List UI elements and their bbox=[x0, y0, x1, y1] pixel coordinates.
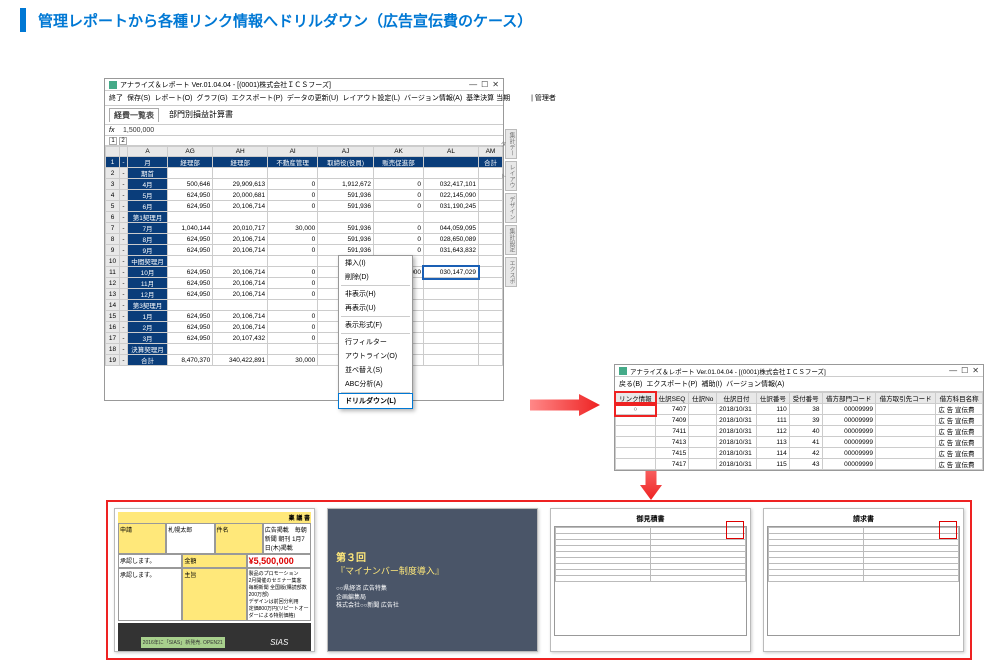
slide-line2: 『マイナンバー制度導入』 bbox=[336, 564, 529, 577]
table-row[interactable]: 16-2月624,95020,106,7140591,936 bbox=[106, 322, 503, 333]
slide-sub: ○○県経済 広告特集企画編集局株式会社○○新聞 広告社 bbox=[336, 585, 529, 610]
menu-right-info: 基準決算 当期 | 管理者 bbox=[466, 93, 556, 103]
table-row[interactable]: 13-12月624,95020,106,7140591,936 bbox=[106, 289, 503, 300]
price: ¥5,500,000 bbox=[247, 554, 311, 568]
menu-report[interactable]: レポート(O) bbox=[154, 93, 192, 103]
tab-dept-pl[interactable]: 部門別損益計算書 bbox=[165, 108, 237, 122]
table-row[interactable]: 74112018/10/311124000009999広 告 宣伝費 bbox=[616, 426, 983, 437]
ctx-show[interactable]: 再表示(U) bbox=[339, 301, 412, 315]
table-row[interactable]: 19-合計8,470,370340,422,89130,0008,412,360 bbox=[106, 355, 503, 366]
table-row[interactable]: 10-中間契理月 bbox=[106, 256, 503, 267]
window-title: アナライズ＆レポート Ver.01.04.04 - [(0001)株式会社ＩＣＳ… bbox=[120, 80, 331, 90]
close-icon[interactable]: ✕ bbox=[972, 366, 979, 375]
table-row[interactable]: 74152018/10/311144200009999広 告 宣伝費 bbox=[616, 448, 983, 459]
ctx-format[interactable]: 表示形式(F) bbox=[339, 318, 412, 332]
maximize-icon[interactable]: ☐ bbox=[961, 366, 968, 375]
table-row[interactable]: 14-第3契理月 bbox=[106, 300, 503, 311]
ctx-insert[interactable]: 挿入(I) bbox=[339, 256, 412, 270]
sb-tab-data[interactable]: 集計データ bbox=[505, 129, 517, 159]
ctx-hide[interactable]: 非表示(H) bbox=[339, 287, 412, 301]
table-row[interactable]: 6-第1契理月 bbox=[106, 212, 503, 223]
doc-approval-request[interactable]: 稟 議 書 申請札幌太郎件名広告掲載 毎朝新聞 朝刊 1月7日(木)掲載 承認し… bbox=[114, 508, 315, 652]
ctx-abc[interactable]: ABC分析(A) bbox=[339, 377, 412, 391]
sb-tab-layout[interactable]: レイアウト bbox=[505, 161, 517, 191]
table-row[interactable]: 8-8月624,95020,106,7140591,9360028,650,08… bbox=[106, 234, 503, 245]
menu-back[interactable]: 戻る(B) bbox=[619, 379, 642, 389]
stamp-icon bbox=[939, 521, 957, 539]
header-accent-bar bbox=[20, 8, 26, 32]
fx-label: fx bbox=[109, 127, 123, 134]
tab-expenses[interactable]: 経費一覧表 bbox=[109, 108, 159, 122]
menu-refresh[interactable]: データの更新(U) bbox=[287, 93, 339, 103]
ctx-delete[interactable]: 削除(D) bbox=[339, 270, 412, 284]
sb-tab-export[interactable]: エクスポ bbox=[505, 257, 517, 287]
doc4-title: 請求書 bbox=[767, 514, 960, 524]
menubar: 終了 保存(S) レポート(O) グラフ(G) エクスポート(P) データの更新… bbox=[105, 91, 503, 106]
doc1-image: 2016年に「SIAS」新発売. OPEN21SIAS bbox=[118, 623, 311, 652]
app-icon bbox=[619, 367, 627, 375]
sb-tab-design[interactable]: デザイン bbox=[505, 193, 517, 223]
minimize-icon[interactable]: — bbox=[949, 366, 957, 375]
menu-version[interactable]: バージョン情報(A) bbox=[726, 379, 784, 389]
page-title: 管理レポートから各種リンク情報へドリルダウン（広告宣伝費のケース） bbox=[38, 10, 532, 31]
sb-tab-settings[interactable]: 集計設定 bbox=[505, 225, 517, 255]
data-grid[interactable]: AAG AHAI AJAK ALAM 1- 月経理部 経理部不動産管理 取締役(… bbox=[105, 146, 503, 366]
table-row[interactable]: 5-6月624,95020,106,7140591,9360031,190,24… bbox=[106, 201, 503, 212]
table-row[interactable]: 74092018/10/311113900009999広 告 宣伝費 bbox=[616, 415, 983, 426]
table-row[interactable]: 9-9月624,95020,106,7140591,9360031,643,83… bbox=[106, 245, 503, 256]
table-row[interactable]: 3-4月500,64629,909,61301,912,6720032,417,… bbox=[106, 179, 503, 190]
arrow-right-icon bbox=[530, 394, 600, 416]
doc1-title: 稟 議 書 bbox=[118, 512, 311, 523]
stamp-icon bbox=[726, 521, 744, 539]
ctx-rowfilter[interactable]: 行フィルター bbox=[339, 335, 412, 349]
sheet-tabs: 経費一覧表 部門別損益計算書 bbox=[105, 106, 503, 124]
table-row[interactable]: 18-決算契理月 bbox=[106, 344, 503, 355]
menu-help[interactable]: 補助(I) bbox=[701, 379, 722, 389]
doc-quotation[interactable]: 御見積書 bbox=[550, 508, 751, 652]
table-row[interactable]: 11-10月624,95020,106,7140591,9361,500,000… bbox=[106, 267, 503, 278]
ctx-drilldown[interactable]: ドリルダウン(L) bbox=[338, 393, 413, 409]
menu-save[interactable]: 保存(S) bbox=[127, 93, 150, 103]
minimize-icon[interactable]: — bbox=[469, 80, 477, 89]
ctx-outline[interactable]: アウトライン(O) bbox=[339, 349, 412, 363]
table-row[interactable]: 17-3月624,95020,107,4320591,936 bbox=[106, 333, 503, 344]
doc3-title: 御見積書 bbox=[554, 514, 747, 524]
outline-2[interactable]: 2 bbox=[119, 137, 127, 145]
table-row[interactable]: 4-5月624,95020,000,6810591,9360022,145,09… bbox=[106, 190, 503, 201]
maximize-icon[interactable]: ☐ bbox=[481, 80, 488, 89]
right-sidebar: 集計データ レイアウト デザイン 集計設定 エクスポ bbox=[505, 129, 517, 287]
link-info-window: アナライズ＆レポート Ver.01.04.04 - [(0001)株式会社ＩＣＳ… bbox=[614, 364, 984, 471]
app-icon bbox=[109, 81, 117, 89]
menu-exit[interactable]: 終了 bbox=[109, 93, 123, 103]
main-report-window: アナライズ＆レポート Ver.01.04.04 - [(0001)株式会社ＩＣＳ… bbox=[104, 78, 504, 401]
table-row[interactable]: 2-期首 bbox=[106, 168, 503, 179]
table-row[interactable]: 12-11月624,95020,106,7140591,936 bbox=[106, 278, 503, 289]
link-grid[interactable]: リンク情報 仕訳SEQ仕訳No 仕訳日付仕訳番号 受付番号借方部門コード 借方取… bbox=[615, 392, 983, 470]
linked-documents-frame: 稟 議 書 申請札幌太郎件名広告掲載 毎朝新聞 朝刊 1月7日(木)掲載 承認し… bbox=[106, 500, 972, 660]
menu-graph[interactable]: グラフ(G) bbox=[196, 93, 227, 103]
applicant-label: 申請 bbox=[118, 523, 166, 554]
menu-export[interactable]: エクスポート(P) bbox=[232, 93, 283, 103]
outline-1[interactable]: 1 bbox=[109, 137, 117, 145]
col-hdr[interactable] bbox=[106, 147, 120, 157]
doc-invoice[interactable]: 請求書 bbox=[763, 508, 964, 652]
context-menu: 挿入(I) 削除(D) 非表示(H) 再表示(U) 表示形式(F) 行フィルター… bbox=[338, 255, 413, 409]
menu-version[interactable]: バージョン情報(A) bbox=[404, 93, 462, 103]
table-row[interactable]: 74172018/10/311154300009999広 告 宣伝費 bbox=[616, 459, 983, 470]
menu-layout[interactable]: レイアウト設定(L) bbox=[342, 93, 400, 103]
formula-value[interactable]: 1,500,000 bbox=[123, 127, 154, 134]
col-link[interactable]: リンク情報 bbox=[616, 393, 656, 404]
window-title: アナライズ＆レポート Ver.01.04.04 - [(0001)株式会社ＩＣＳ… bbox=[630, 366, 826, 376]
doc-presentation[interactable]: 第３回 『マイナンバー制度導入』 ○○県経済 広告特集企画編集局株式会社○○新聞… bbox=[327, 508, 538, 652]
slide-line1: 第３回 bbox=[336, 549, 529, 564]
table-row[interactable]: 15-1月624,95020,106,7140591,936 bbox=[106, 311, 503, 322]
table-row[interactable]: 74132018/10/311134100009999広 告 宣伝費 bbox=[616, 437, 983, 448]
close-icon[interactable]: ✕ bbox=[492, 80, 499, 89]
titlebar: アナライズ＆レポート Ver.01.04.04 - [(0001)株式会社ＩＣＳ… bbox=[105, 79, 503, 91]
table-row[interactable]: 7-7月1,040,14420,010,71730,000591,9360044… bbox=[106, 223, 503, 234]
menu-export[interactable]: エクスポート(P) bbox=[646, 379, 697, 389]
ctx-sort[interactable]: 並べ替え(S) bbox=[339, 363, 412, 377]
table-row[interactable]: ○74072018/10/311103800009999広 告 宣伝費 bbox=[616, 404, 983, 415]
